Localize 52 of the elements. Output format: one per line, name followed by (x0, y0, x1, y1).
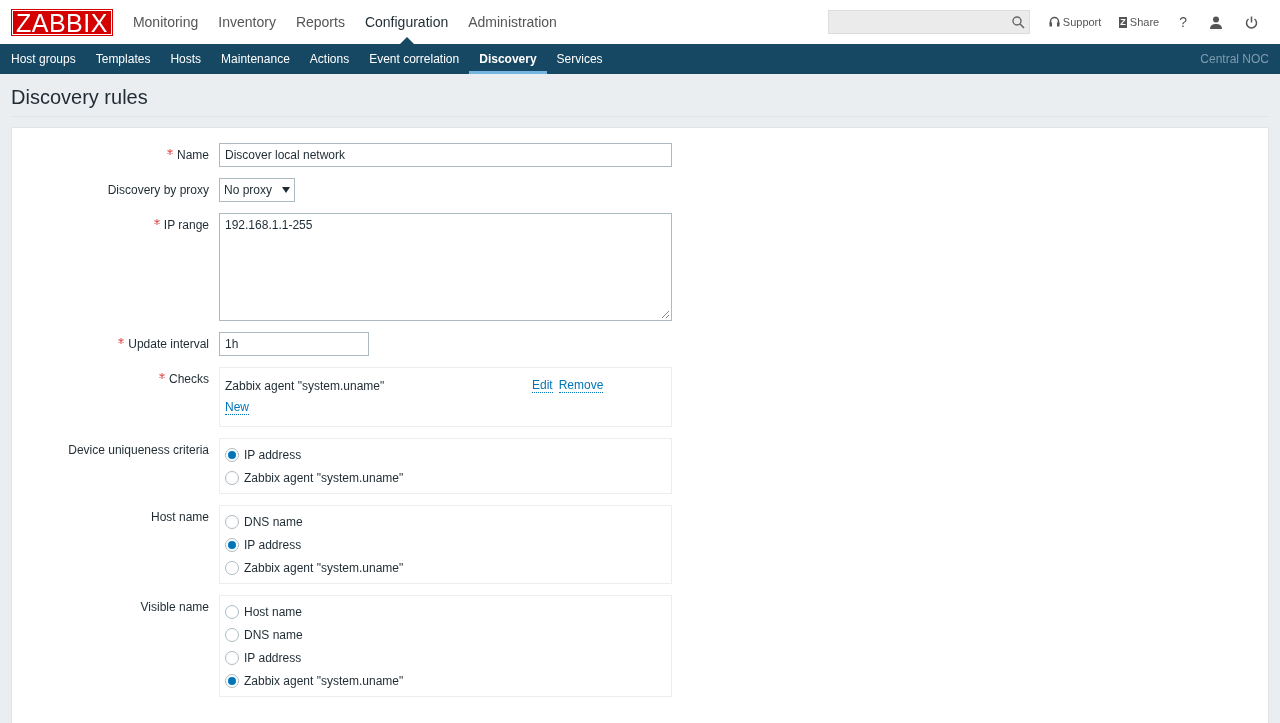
field-label: Host name (150, 510, 209, 524)
help-button[interactable]: ? (1179, 14, 1187, 30)
headset-icon (1048, 16, 1060, 28)
sub-menu-item[interactable]: Maintenance (211, 44, 300, 74)
radio-label: Zabbix agent "system.uname" (244, 560, 404, 575)
main-menu-item[interactable]: Administration (458, 0, 567, 44)
sub-menu-item[interactable]: Templates (85, 44, 161, 74)
search-field[interactable] (827, 10, 1030, 34)
new-link[interactable]: New (225, 401, 249, 415)
ip-range-field[interactable]: 192.168.1.1-255 (219, 213, 672, 321)
radio-label: DNS name (244, 627, 303, 642)
sub-menu-item[interactable]: Services (546, 44, 613, 74)
interval-field[interactable]: 1h (219, 332, 369, 356)
sub-menu-item[interactable]: Event correlation (359, 44, 470, 74)
main-menu-item[interactable]: Monitoring (122, 0, 209, 44)
action-link[interactable]: Edit (532, 379, 553, 393)
field-label: Update interval (128, 337, 209, 351)
field-label: Discovery by proxy (107, 183, 209, 197)
server-name: Central NOC (1200, 51, 1270, 68)
logo[interactable]: ZABBIX (11, 8, 113, 36)
support-link[interactable]: Support (1048, 16, 1102, 28)
field-label: Visible name (140, 600, 209, 614)
radio-label: IP address (244, 537, 302, 552)
resize-grip-icon[interactable] (661, 310, 670, 319)
field-label: IP range (163, 218, 209, 232)
search-icon[interactable] (1011, 15, 1025, 29)
sub-menu-item[interactable]: Host groups (1, 44, 86, 74)
page-title: Discovery rules (11, 74, 1269, 117)
radio-label: DNS name (244, 514, 303, 529)
power-icon (1245, 15, 1258, 29)
share-badge: Z (1119, 16, 1127, 28)
user-icon (1209, 15, 1223, 29)
main-menu-item[interactable]: Inventory (208, 0, 286, 44)
sub-menu-item[interactable]: Actions (299, 44, 360, 74)
radio-label: Zabbix agent "system.uname" (244, 470, 404, 485)
name-field[interactable]: Discover local network (219, 143, 672, 167)
caret-icon (282, 187, 290, 193)
sub-menu-item[interactable]: Hosts (160, 44, 212, 74)
radio-label: IP address (244, 650, 302, 665)
main-menu-item[interactable]: Reports (285, 0, 355, 44)
main-menu-item[interactable]: Configuration (354, 0, 459, 44)
share-link[interactable]: Z Share (1119, 16, 1160, 28)
proxy-select[interactable]: No proxy (219, 178, 295, 202)
radio-label: Zabbix agent "system.uname" (244, 673, 404, 688)
field-label: Device uniqueness criteria (68, 443, 209, 457)
radio-label: IP address (244, 447, 302, 462)
sub-menu-item[interactable]: Discovery (469, 44, 547, 74)
field-label: Name (177, 148, 209, 162)
radio-label: Host name (244, 604, 303, 619)
field-label: Checks (169, 372, 209, 386)
action-link[interactable]: Remove (558, 379, 604, 393)
check-name: Zabbix agent "system.uname" (225, 379, 386, 393)
